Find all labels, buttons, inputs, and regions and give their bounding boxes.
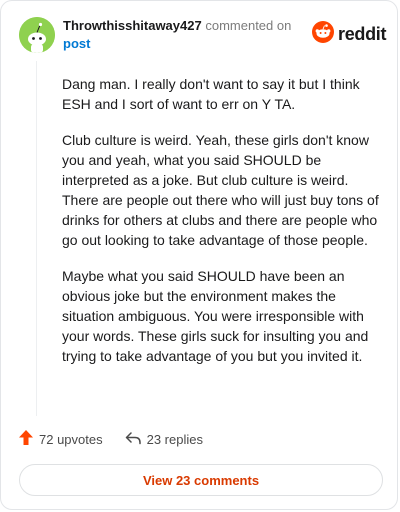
reply-arrow-icon — [125, 431, 147, 448]
username-link[interactable]: Throwthisshitaway427 — [63, 18, 202, 33]
replies-count: 23 replies — [146, 431, 203, 447]
comment-paragraph: Dang man. I really don't want to say it … — [62, 76, 360, 112]
reddit-logo[interactable]: reddit — [312, 20, 387, 48]
upvotes-count: 72 upvotes — [39, 431, 103, 447]
view-comments-button[interactable]: View 23 comments — [19, 464, 383, 496]
thread-line — [36, 61, 37, 416]
comment-body: Dang man. I really don't want to say it … — [62, 74, 382, 382]
reply-button[interactable]: 23 replies — [125, 431, 203, 448]
upvote-arrow-icon — [19, 430, 39, 448]
comment-card: Throwthisshitaway427 commented on post r… — [0, 0, 398, 510]
reddit-logo-icon — [312, 20, 334, 48]
upvote-button[interactable]: 72 upvotes — [19, 430, 103, 448]
commented-on-text: commented on — [205, 18, 292, 33]
comment-header: Throwthisshitaway427 commented on post — [63, 17, 293, 53]
user-avatar-icon[interactable] — [19, 17, 55, 53]
comment-actions: 72 upvotes 23 replies — [19, 429, 225, 449]
comment-paragraph: Maybe what you said SHOULD have been an … — [62, 268, 369, 364]
comment-paragraph: Club culture is weird. Yeah, these girls… — [62, 132, 379, 248]
reddit-wordmark: reddit — [338, 23, 387, 44]
post-link[interactable]: post — [63, 36, 90, 51]
